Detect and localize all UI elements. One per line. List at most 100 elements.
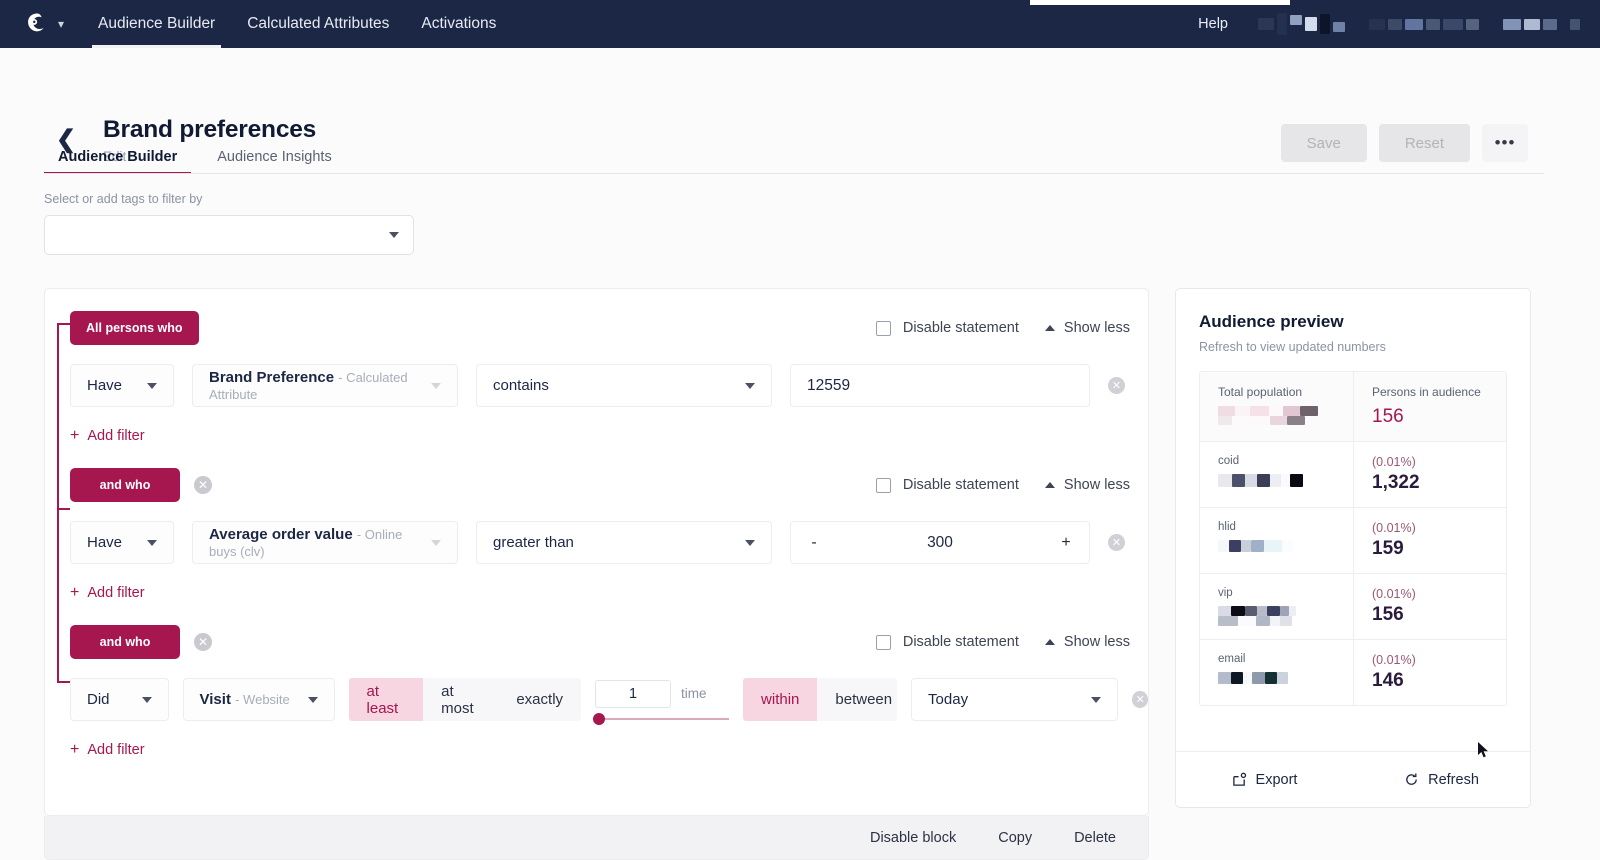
redacted-user-chip <box>1491 18 1592 30</box>
increment-button[interactable]: + <box>1059 534 1073 552</box>
attribute-select-1[interactable]: Brand Preference - Calculated Attribute <box>192 364 458 407</box>
occurrence-count-input[interactable]: 1 <box>595 679 672 708</box>
tag-filter-label: Select or add tags to filter by <box>44 192 203 206</box>
remove-statement-icon-3[interactable]: ✕ <box>194 633 212 651</box>
disable-statement-toggle-3[interactable]: Disable statement <box>875 634 1019 650</box>
statement-block-2: and who ✕ Disable statement Show less Ha… <box>45 445 1148 602</box>
clear-filter-icon-1[interactable]: ✕ <box>1108 377 1125 394</box>
add-filter-button-3[interactable]: + Add filter <box>70 741 145 759</box>
tab-audience-builder[interactable]: Audience Builder <box>44 149 192 174</box>
metric-percent: (0.01%) <box>1372 653 1416 667</box>
decrement-button[interactable]: - <box>807 534 821 552</box>
event-select-3[interactable]: Visit - Website <box>182 678 335 721</box>
delete-block-button[interactable]: Delete <box>1074 830 1116 846</box>
show-less-label: Show less <box>1063 320 1130 336</box>
frequency-option-at-most[interactable]: at most <box>423 678 499 721</box>
frequency-option-exactly[interactable]: exactly <box>498 678 582 721</box>
clear-filter-icon-3[interactable]: ✕ <box>1132 691 1148 708</box>
statement-pill-all-persons[interactable]: All persons who <box>70 311 199 345</box>
redacted-value <box>1218 540 1353 552</box>
help-link[interactable]: Help <box>1180 16 1246 32</box>
identifier-cell-email: email <box>1200 640 1353 705</box>
value-text: 12559 <box>807 376 851 394</box>
attribute-select-2[interactable]: Average order value - Online buys (clv) <box>192 521 458 564</box>
table-row: vip (0.01%) 156 <box>1200 574 1506 640</box>
nav-link-audience-builder[interactable]: Audience Builder <box>82 0 231 48</box>
metric-value: 159 <box>1372 538 1404 559</box>
chevron-up-icon <box>1044 639 1055 645</box>
identifier-cell-coid: coid <box>1200 442 1353 507</box>
tab-audience-insights[interactable]: Audience Insights <box>203 149 345 174</box>
audience-builder-card: All persons who Disable statement Show l… <box>44 288 1149 816</box>
identifier-label: email <box>1218 653 1246 665</box>
total-population-cell: Total population <box>1200 372 1353 441</box>
range-option-between[interactable]: between <box>817 678 898 721</box>
clear-filter-icon-2[interactable]: ✕ <box>1108 534 1125 551</box>
chevron-up-icon <box>1044 482 1055 488</box>
total-population-label: Total population <box>1218 385 1303 399</box>
checkbox-icon[interactable] <box>875 634 891 650</box>
occurrence-slider-handle[interactable] <box>593 712 606 725</box>
frequency-option-at-least[interactable]: at least <box>348 678 424 721</box>
statement-pill-and-who-3[interactable]: and who <box>70 625 180 659</box>
occurrence-slider-track[interactable] <box>593 712 730 725</box>
persons-in-audience-value: 156 <box>1372 406 1404 427</box>
verb-value: Have <box>87 534 123 551</box>
refresh-icon <box>1406 773 1417 785</box>
verb-select-1[interactable]: Have <box>70 364 174 407</box>
metric-value: 156 <box>1372 604 1404 625</box>
refresh-label: Refresh <box>1428 771 1479 788</box>
copy-block-button[interactable]: Copy <box>998 830 1032 846</box>
disable-block-button[interactable]: Disable block <box>870 830 956 846</box>
persons-in-audience-cell: Persons in audience 156 <box>1353 372 1506 441</box>
disable-statement-label: Disable statement <box>902 477 1019 493</box>
show-less-toggle-2[interactable]: Show less <box>1044 477 1130 493</box>
nav-link-activations[interactable]: Activations <box>405 0 512 48</box>
plus-icon: + <box>70 741 80 758</box>
remove-statement-icon-2[interactable]: ✕ <box>194 476 212 494</box>
disable-statement-toggle-2[interactable]: Disable statement <box>875 477 1019 493</box>
export-button[interactable]: Export <box>1176 772 1353 788</box>
attribute-meta: - Website <box>235 692 290 707</box>
checkbox-icon[interactable] <box>875 320 891 336</box>
value-text-input-1[interactable]: 12559 <box>790 364 1090 407</box>
attribute-name: Visit <box>199 691 231 708</box>
value-number-stepper-2[interactable]: - 300 + <box>790 521 1090 564</box>
metric-percent: (0.01%) <box>1372 521 1416 535</box>
add-filter-button-1[interactable]: + Add filter <box>70 427 145 445</box>
primary-nav: Audience Builder Calculated Attributes A… <box>82 0 512 48</box>
chevron-down-icon <box>431 539 441 546</box>
verb-select-2[interactable]: Have <box>70 521 174 564</box>
verb-select-3[interactable]: Did <box>70 678 169 721</box>
operator-select-2[interactable]: greater than <box>476 521 772 564</box>
range-option-within[interactable]: within <box>743 678 818 721</box>
checkbox-icon[interactable] <box>875 477 891 493</box>
tabs-divider <box>44 173 1544 174</box>
plus-icon: + <box>70 584 80 601</box>
operator-select-1[interactable]: contains <box>476 364 772 407</box>
show-less-toggle-1[interactable]: Show less <box>1044 320 1130 336</box>
tag-filter-select[interactable] <box>44 215 414 255</box>
block-actions-bar: Disable block Copy Delete <box>44 816 1149 860</box>
chevron-down-icon[interactable]: ▾ <box>58 18 64 30</box>
disable-statement-toggle-1[interactable]: Disable statement <box>875 320 1019 336</box>
statement-pill-and-who-2[interactable]: and who <box>70 468 180 502</box>
disable-statement-label: Disable statement <box>902 320 1019 336</box>
identifier-cell-vip: vip <box>1200 574 1353 639</box>
show-less-toggle-3[interactable]: Show less <box>1044 634 1130 650</box>
audience-preview-subtitle: Refresh to view updated numbers <box>1199 340 1386 354</box>
redacted-value <box>1218 606 1296 626</box>
statement-block-1: All persons who Disable statement Show l… <box>45 289 1148 445</box>
redacted-value <box>1218 672 1353 684</box>
timeframe-select[interactable]: Today <box>911 678 1119 721</box>
attribute-name: Average order value <box>209 525 353 543</box>
operator-value: greater than <box>493 534 574 551</box>
brand-area[interactable]: ▾ <box>0 11 82 37</box>
table-row: email (0.01%) 146 <box>1200 640 1506 705</box>
timeframe-value: Today <box>928 691 969 708</box>
refresh-button[interactable]: Refresh <box>1353 772 1530 788</box>
add-filter-button-2[interactable]: + Add filter <box>70 584 145 602</box>
redacted-logo-region <box>1246 13 1357 35</box>
nav-link-calculated-attributes[interactable]: Calculated Attributes <box>231 0 405 48</box>
table-row: coid (0.01%) 1,322 <box>1200 442 1506 508</box>
